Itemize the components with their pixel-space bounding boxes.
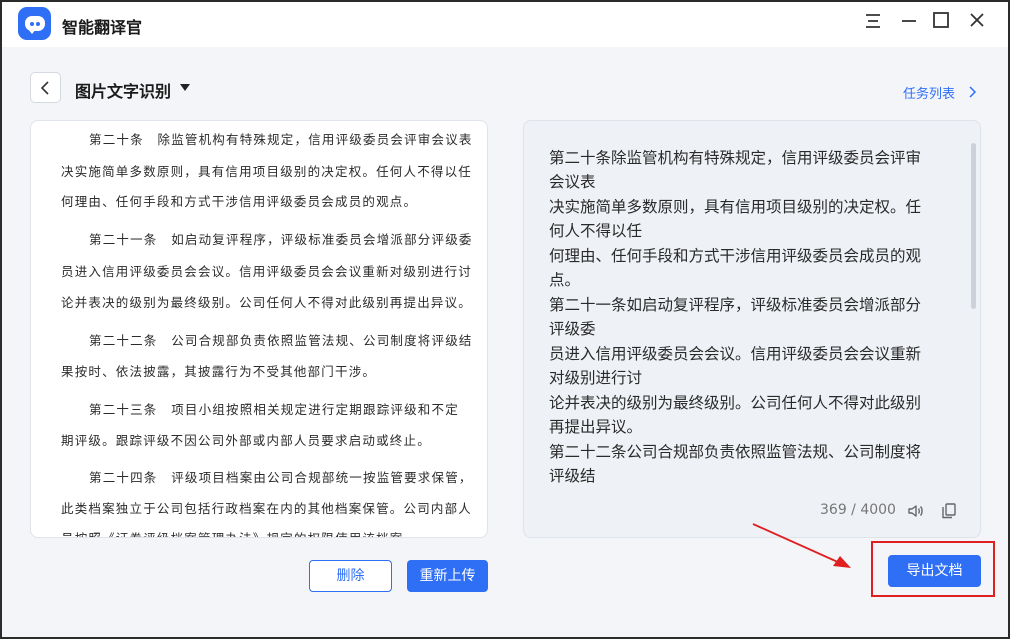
app-logo-icon xyxy=(18,7,51,40)
reupload-button[interactable]: 重新上传 xyxy=(407,560,488,592)
title-bar: 智能翻译官 xyxy=(2,2,1008,47)
doc-line: 员进入信用评级委员会会议。信用评级委员会会议重新对级别进行讨 xyxy=(61,264,473,279)
source-image-panel: 第二十条 除监管机构有特殊规定，信用评级委员会评审会议表 决实施简单多数原则，具… xyxy=(30,120,488,538)
doc-line: 决实施简单多数原则，具有信用项目级别的决定权。任何人不得以任 xyxy=(61,164,473,179)
ocr-line: 第二十二条公司合规部负责依照监管法规、公司制度将 xyxy=(549,443,922,461)
ocr-line: 点。 xyxy=(549,271,581,289)
ocr-line: 再提出异议。 xyxy=(549,418,643,436)
maximize-icon[interactable] xyxy=(928,11,954,37)
doc-line: 此类档案独立于公司包括行政档案在内的其他档案保管。公司内部人 xyxy=(61,501,473,516)
arrow-annotation-icon xyxy=(752,523,851,568)
doc-line: 果按时、依法披露，其披露行为不受其他部门干涉。 xyxy=(61,364,377,379)
chevron-left-icon xyxy=(40,81,49,95)
caret-down-icon[interactable] xyxy=(180,84,190,91)
doc-line: 论并表决的级别为最终级别。公司任何人不得对此级别再提出异议。 xyxy=(61,295,473,310)
ocr-line: 何人不得以任 xyxy=(549,222,643,240)
close-icon[interactable] xyxy=(964,11,990,37)
chevron-right-icon[interactable] xyxy=(967,86,977,98)
minimize-icon[interactable] xyxy=(896,11,922,37)
ocr-result-panel[interactable]: 第二十条除监管机构有特殊规定，信用评级委员会评审 会议表 决实施简单多数原则，具… xyxy=(523,120,981,538)
app-title: 智能翻译官 xyxy=(62,18,143,37)
ocr-line: 评级结 xyxy=(549,467,596,485)
doc-line: 第二十条 除监管机构有特殊规定，信用评级委员会评审会议表 xyxy=(89,132,473,147)
ocr-line: 论并表决的级别为最终级别。公司任何人不得对此级别 xyxy=(549,394,922,412)
menu-icon[interactable] xyxy=(860,11,886,37)
char-count: 369 / 4000 xyxy=(820,502,896,518)
highlight-box xyxy=(871,541,995,597)
doc-line: 员按照《证券评级档案管理办法》规定的权限使用该档案 xyxy=(61,528,404,537)
ocr-line: 评级委 xyxy=(549,320,596,338)
task-list-link[interactable]: 任务列表 xyxy=(903,83,955,102)
doc-line: 第二十三条 项目小组按照相关规定进行定期跟踪评级和不定 xyxy=(89,402,459,417)
ocr-line: 第二十条除监管机构有特殊规定，信用评级委员会评审 xyxy=(549,149,922,167)
doc-line: 期评级。跟踪评级不因公司外部或内部人员要求启动或终止。 xyxy=(61,433,431,448)
ocr-line: 对级别进行讨 xyxy=(549,369,643,387)
doc-line: 第二十四条 评级项目档案由公司合规部统一按监管要求保管， xyxy=(89,470,473,485)
ocr-line: 员进入信用评级委员会会议。信用评级委员会会议重新 xyxy=(549,345,922,363)
doc-line: 第二十一条 如启动复评程序，评级标准委员会增派部分评级委 xyxy=(89,232,473,247)
copy-icon[interactable] xyxy=(940,502,958,520)
doc-line: 第二十二条 公司合规部负责依照监管法规、公司制度将评级结 xyxy=(89,333,473,348)
back-button[interactable] xyxy=(30,72,61,103)
doc-line: 何理由、任何手段和方式干涉信用评级委员会成员的观点。 xyxy=(61,194,418,209)
ocr-line: 决实施简单多数原则，具有信用项目级别的决定权。任 xyxy=(549,198,922,216)
ocr-line: 何理由、任何手段和方式干涉信用评级委员会成员的观 xyxy=(549,247,922,265)
scrollbar[interactable] xyxy=(971,143,976,309)
delete-button[interactable]: 删除 xyxy=(309,560,392,592)
ocr-line: 第二十一条如启动复评程序，评级标准委员会增派部分 xyxy=(549,296,922,314)
ocr-line: 会议表 xyxy=(549,173,596,191)
page-title[interactable]: 图片文字识别 xyxy=(75,78,171,102)
app-window: 智能翻译官 图片文字识别 任务列表 第二十条 除监管机构有特殊规定，信用评级委员… xyxy=(0,0,1010,639)
speaker-icon[interactable] xyxy=(907,502,925,520)
